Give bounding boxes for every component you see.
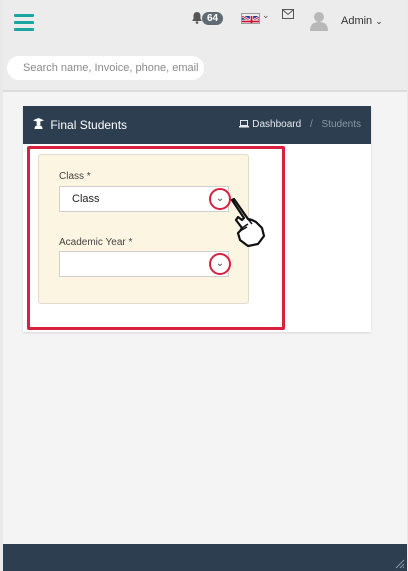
chevron-down-icon: ⌄: [375, 16, 383, 26]
search-input[interactable]: [7, 56, 204, 80]
breadcrumb-dashboard-label: Dashboard: [252, 119, 302, 130]
avatar[interactable]: [310, 11, 328, 31]
breadcrumb-separator: /: [309, 119, 313, 130]
user-menu[interactable]: Admin ⌄: [341, 15, 383, 27]
user-name: Admin: [341, 15, 373, 27]
card-header: Final Students Dashboard / Students: [23, 106, 371, 144]
card-title-text: Final Students: [50, 118, 128, 132]
class-label: Class *: [59, 171, 91, 182]
filter-form: Class * Class ⌄ Academic Year * ⌄: [38, 154, 249, 304]
footer-bar: [3, 544, 407, 571]
class-select-value: Class: [72, 193, 100, 205]
academic-year-dropdown-chevron-icon[interactable]: ⌄: [209, 253, 231, 275]
card-title: Final Students: [33, 118, 127, 132]
laptop-icon: [239, 120, 250, 128]
breadcrumb-current: Students: [321, 119, 361, 130]
pointing-hand-icon: [230, 198, 266, 248]
graduate-icon: [33, 118, 44, 129]
language-chevron-down-icon[interactable]: ⌄: [262, 10, 270, 21]
mail-icon[interactable]: [282, 9, 294, 19]
final-students-card: Final Students Dashboard / Students Clas…: [23, 106, 371, 332]
breadcrumb-dashboard[interactable]: Dashboard: [239, 119, 303, 130]
top-navbar: 64 ⌄ Admin ⌄: [3, 0, 407, 92]
class-select[interactable]: Class ⌄: [59, 186, 231, 212]
breadcrumb: Dashboard / Students: [239, 119, 361, 130]
resize-grip-icon[interactable]: [395, 559, 405, 569]
notification-badge[interactable]: 64: [202, 12, 224, 25]
uk-flag-icon[interactable]: [241, 13, 260, 24]
page: 64 ⌄ Admin ⌄ Search name, Invoice, phone…: [3, 0, 407, 571]
academic-year-label: Academic Year *: [59, 237, 133, 248]
menu-toggle-icon[interactable]: [14, 14, 34, 32]
academic-year-select[interactable]: ⌄: [59, 251, 231, 277]
